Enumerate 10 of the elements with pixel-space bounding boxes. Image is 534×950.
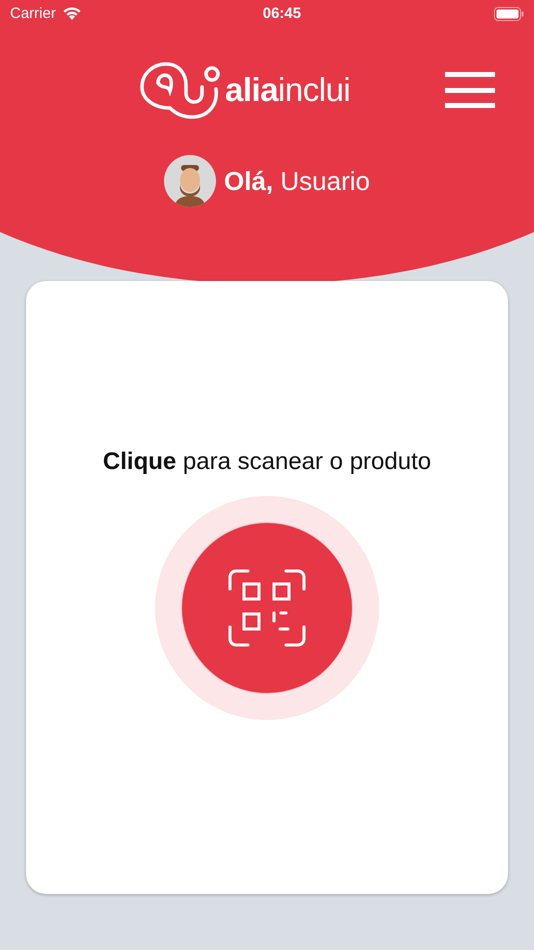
greeting: Olá, Usuario <box>224 164 370 198</box>
scan-prompt: Clique para scanear o produto <box>102 447 432 477</box>
carrier-label: Carrier <box>10 4 56 24</box>
battery-icon <box>494 7 524 21</box>
brand-name: aliainclui <box>225 70 350 110</box>
qr-scan-icon <box>228 569 306 647</box>
wifi-icon <box>62 7 82 21</box>
logo-icon <box>140 61 221 119</box>
menu-button[interactable] <box>445 72 495 108</box>
clock: 06:45 <box>262 4 302 24</box>
